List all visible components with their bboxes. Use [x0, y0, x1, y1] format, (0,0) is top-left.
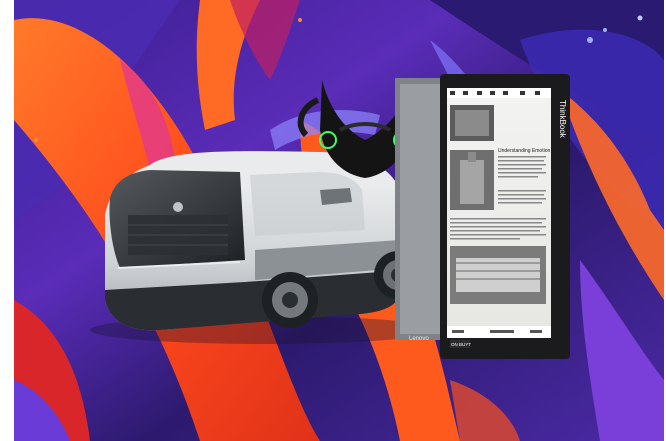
product-collage: Understanding Emotion ThinkBook Lenovo O…: [0, 0, 666, 441]
collage-canvas: Understanding Emotion ThinkBook Lenovo O…: [0, 0, 664, 441]
van-emblem-icon: [173, 202, 183, 212]
ereader-heading: Understanding Emotion: [498, 148, 550, 154]
rotated-monitor: Understanding Emotion ThinkBook Lenovo O…: [395, 74, 570, 359]
monitor-front-brand: Lenovo: [409, 336, 429, 342]
van-front-wheel: [262, 272, 318, 328]
left-white-margin: [0, 0, 14, 441]
monitor-badge: ON BUYT: [451, 342, 471, 347]
monitor-side-brand: ThinkBook: [558, 100, 567, 139]
